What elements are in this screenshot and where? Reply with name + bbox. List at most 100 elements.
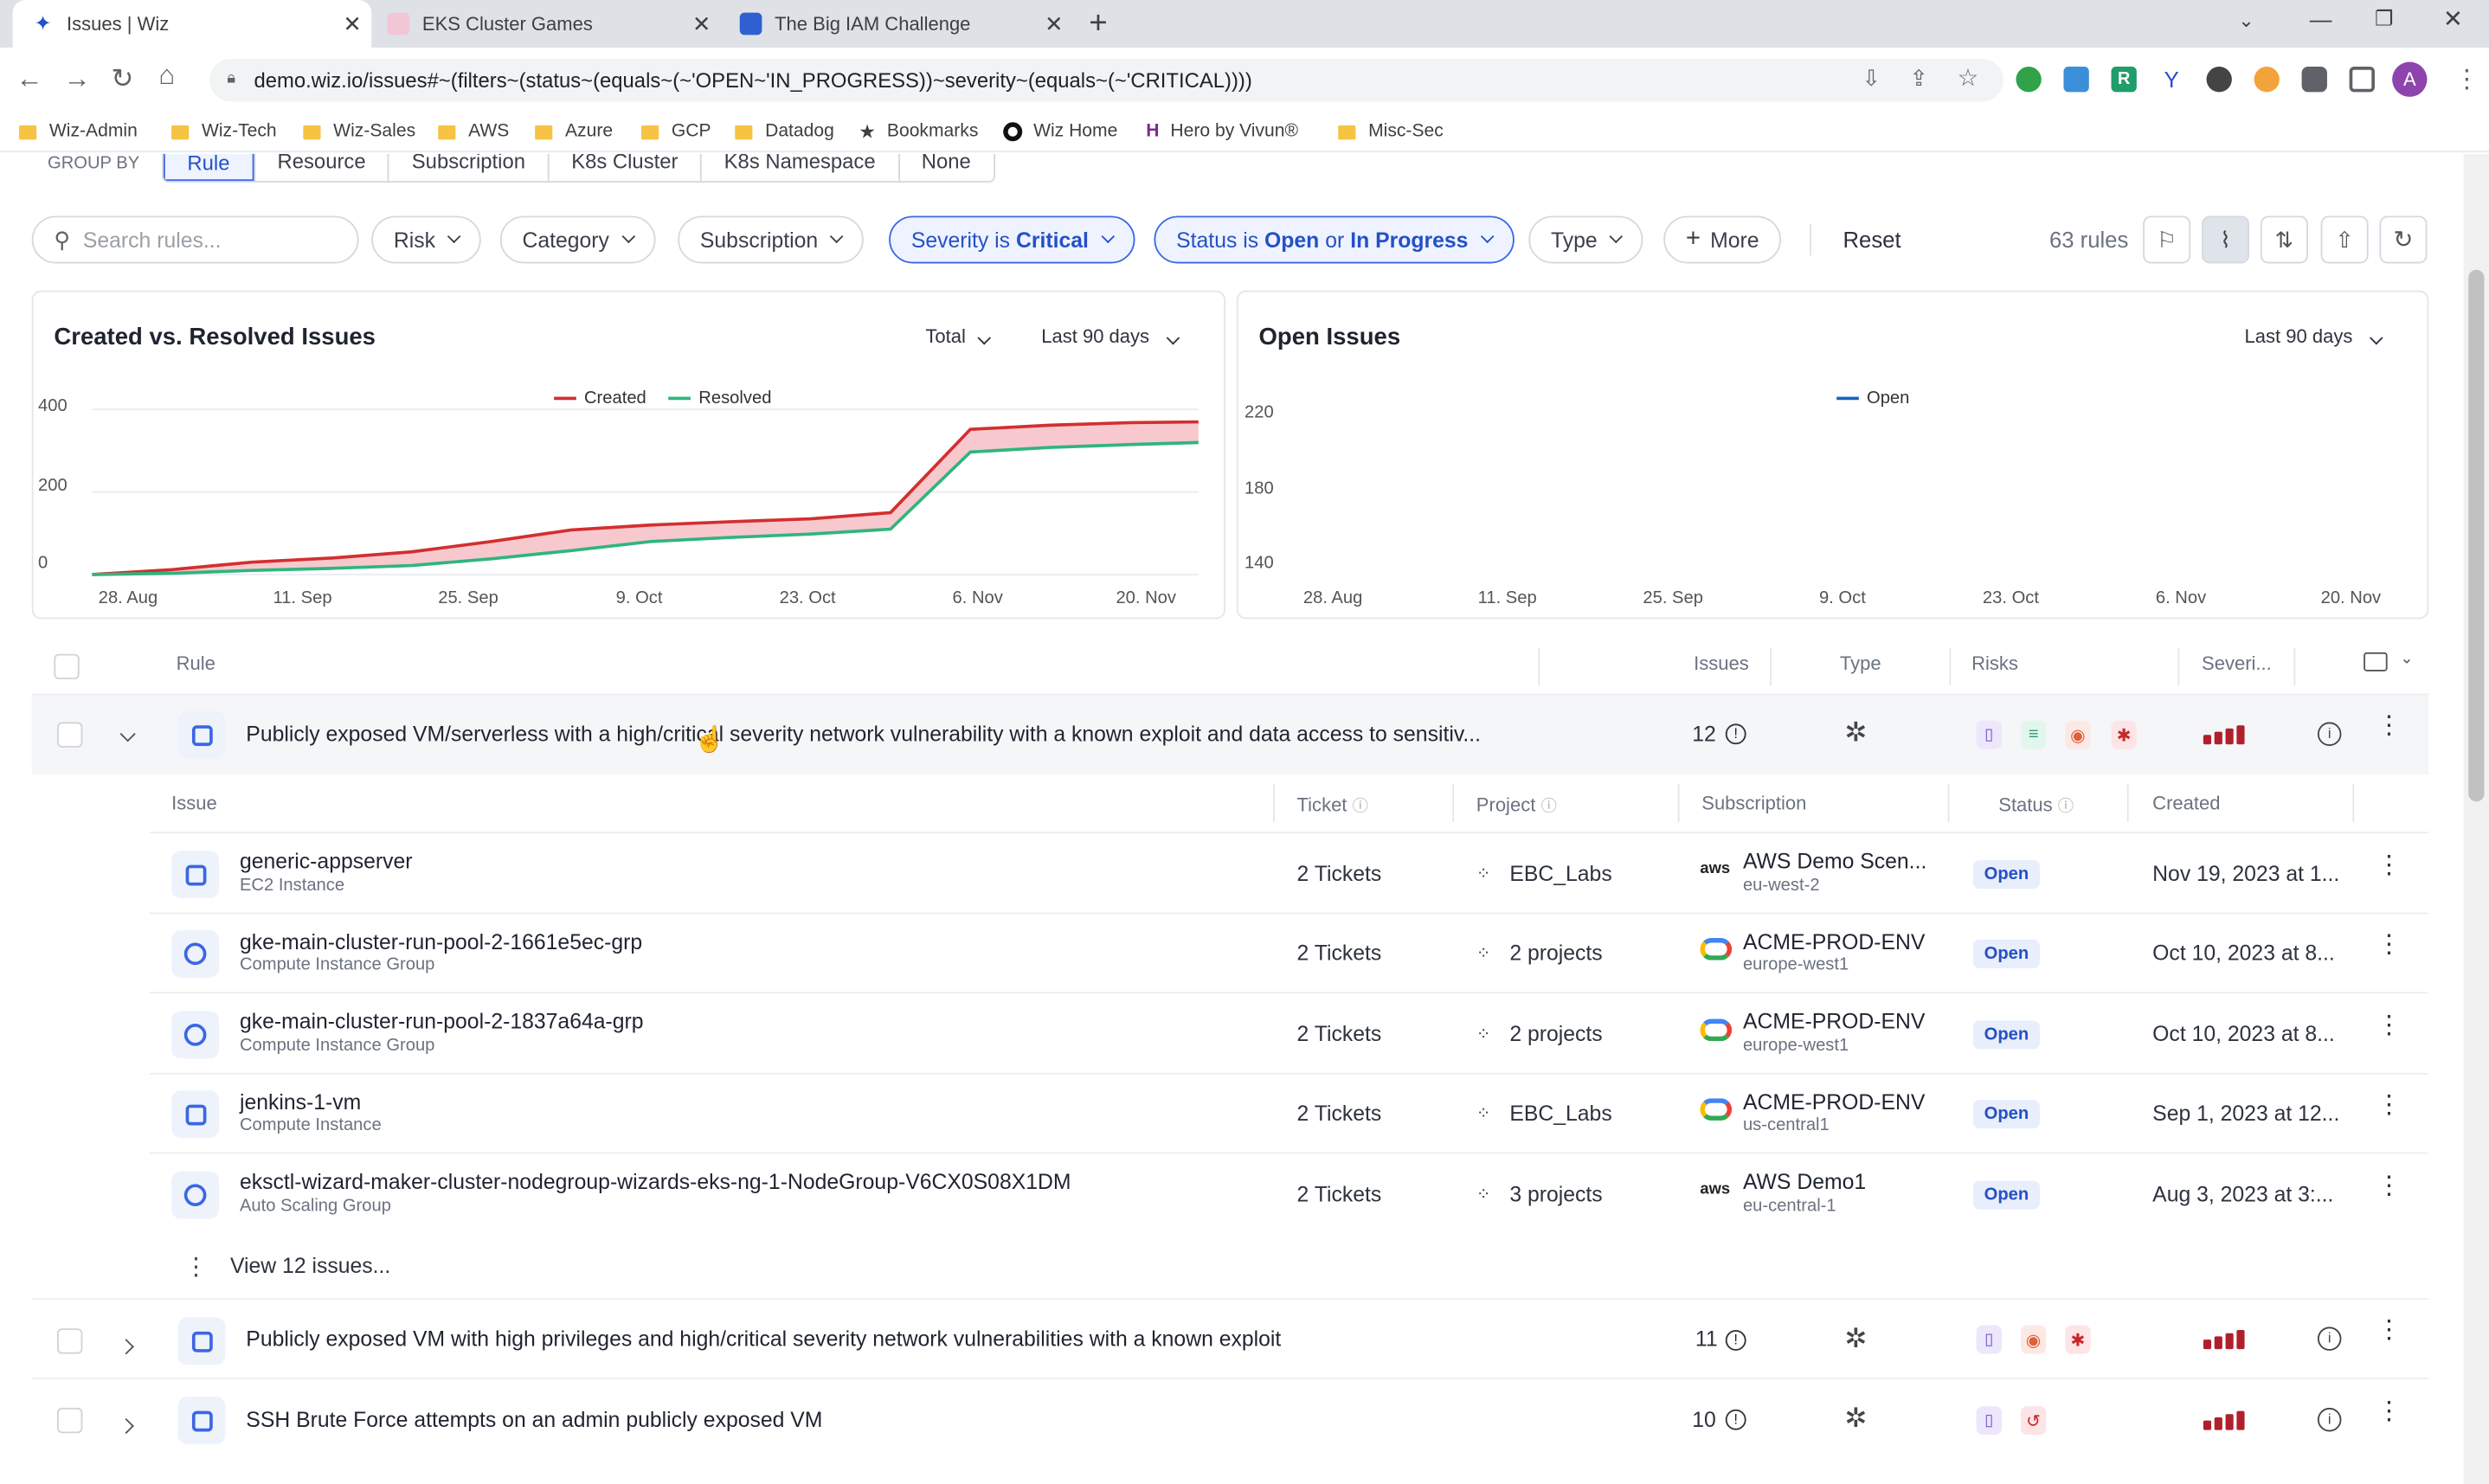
subscription-name[interactable]: ACME-PROD-ENV: [1743, 1010, 1926, 1034]
rule-title[interactable]: SSH Brute Force attempts on an admin pub…: [246, 1408, 822, 1432]
expand-chevron-icon[interactable]: [118, 1333, 134, 1358]
subscription-name[interactable]: ACME-PROD-ENV: [1743, 1090, 1926, 1115]
columns-icon[interactable]: [2364, 652, 2388, 671]
subscription-name[interactable]: AWS Demo1: [1743, 1170, 1866, 1194]
issue-name[interactable]: gke-main-cluster-run-pool-2-1661e5ec-grp: [240, 930, 642, 954]
project-icon: ⁘: [1476, 1185, 1491, 1205]
aws-icon: aws: [1700, 860, 1731, 878]
rule-info-icon[interactable]: i: [2317, 1407, 2342, 1432]
history-risk-icon: ↺: [2020, 1406, 2047, 1436]
row-checkbox[interactable]: [57, 1407, 83, 1434]
col-ticket: Ticket ⓘ: [1296, 793, 1368, 816]
row-menu-icon[interactable]: ⋮: [2376, 1399, 2402, 1424]
x-tick: 23. Oct: [1982, 588, 2039, 608]
row-menu-icon[interactable]: ⋮: [2376, 1013, 2402, 1038]
row-menu-icon[interactable]: ⋮: [2376, 1318, 2402, 1343]
subscription-region: eu-west-2: [1742, 876, 1820, 896]
row-menu-icon[interactable]: ⋮: [2376, 713, 2402, 738]
divider: [1947, 784, 1950, 823]
view-more-issues-link[interactable]: View 12 issues...: [230, 1254, 390, 1278]
issue-name[interactable]: eksctl-wizard-maker-cluster-nodegroup-wi…: [240, 1170, 1071, 1194]
vulnerability-risk-icon: ✱: [2111, 720, 2137, 749]
info-icon[interactable]: !: [1725, 1409, 1746, 1430]
tickets[interactable]: 2 Tickets: [1297, 862, 1382, 886]
rule-title[interactable]: Publicly exposed VM/serverless with a hi…: [246, 723, 1481, 747]
exposure-risk-icon: ◉: [2065, 720, 2091, 749]
issue-type: Compute Instance Group: [239, 1036, 435, 1056]
collapse-chevron-icon[interactable]: [119, 721, 136, 745]
info-icon[interactable]: !: [1725, 1330, 1746, 1351]
col-rule[interactable]: Rule: [177, 652, 215, 675]
data-risk-icon: ≡: [2020, 720, 2047, 749]
aws-icon: aws: [1700, 1180, 1731, 1198]
col-project: Project ⓘ: [1476, 793, 1557, 816]
threat-type-icon: ✲: [1844, 717, 1868, 748]
status-badge: Open: [1972, 1100, 2040, 1129]
divider: [1949, 647, 1952, 686]
hand-cursor-icon: ☝: [693, 727, 726, 755]
row-menu-icon[interactable]: ⋮: [2376, 1093, 2402, 1118]
chevron-down-icon: [2370, 331, 2383, 345]
divider: [2293, 647, 2296, 686]
row-menu-icon[interactable]: ⋮: [2376, 853, 2402, 878]
info-icon: ⓘ: [1540, 798, 1557, 816]
created-date: Oct 10, 2023 at 8...: [2152, 941, 2335, 966]
row-menu-icon[interactable]: ⋮: [2376, 933, 2402, 958]
status-badge: Open: [1972, 939, 2040, 968]
row-checkbox[interactable]: [57, 1328, 83, 1354]
gcp-icon: [1700, 1018, 1733, 1042]
vm-resource-icon: [177, 1397, 226, 1445]
x-tick: 6. Nov: [952, 588, 1003, 608]
created-date: Oct 10, 2023 at 8...: [2152, 1022, 2335, 1046]
select-all-checkbox[interactable]: [54, 653, 80, 680]
col-status: Status ⓘ: [1998, 793, 2074, 816]
range-dropdown[interactable]: Last 90 days: [2245, 325, 2383, 348]
project[interactable]: 2 projects: [1509, 941, 1602, 966]
instance-group-icon: [171, 929, 220, 978]
issue-name[interactable]: generic-appserver: [240, 849, 413, 873]
project-icon: ⁘: [1476, 1104, 1491, 1124]
identity-risk-icon: ▯: [1976, 1325, 2002, 1354]
info-icon[interactable]: !: [1725, 723, 1746, 745]
tickets[interactable]: 2 Tickets: [1297, 1182, 1382, 1206]
created-resolved-gap-area: [92, 421, 1199, 575]
subscription-name[interactable]: AWS Demo Scen...: [1743, 849, 1926, 873]
scrollbar-thumb[interactable]: [2468, 269, 2485, 802]
subscription-region: us-central1: [1742, 1115, 1830, 1135]
row-checkbox[interactable]: [57, 722, 83, 748]
x-tick: 28. Aug: [1302, 588, 1363, 608]
col-issues[interactable]: Issues: [1694, 652, 1749, 675]
tickets[interactable]: 2 Tickets: [1297, 941, 1382, 966]
issue-count: 12: [1692, 722, 1716, 747]
project[interactable]: 3 projects: [1509, 1182, 1602, 1206]
x-tick: 25. Sep: [438, 588, 498, 608]
subscription-name[interactable]: ACME-PROD-ENV: [1743, 930, 1926, 954]
project[interactable]: EBC_Labs: [1509, 862, 1611, 886]
issue-name[interactable]: jenkins-1-vm: [240, 1090, 361, 1115]
expand-chevron-icon[interactable]: [118, 1412, 134, 1436]
col-type[interactable]: Type: [1840, 652, 1881, 675]
col-issue: Issue: [171, 792, 217, 814]
tickets[interactable]: 2 Tickets: [1297, 1102, 1382, 1126]
project[interactable]: EBC_Labs: [1509, 1102, 1611, 1126]
issue-name[interactable]: gke-main-cluster-run-pool-2-1837a64a-grp: [240, 1010, 644, 1034]
x-tick: 20. Nov: [2320, 588, 2382, 608]
col-risks[interactable]: Risks: [1971, 652, 2018, 675]
tickets[interactable]: 2 Tickets: [1297, 1022, 1382, 1046]
vm-resource-icon: [171, 851, 220, 899]
instance-group-icon: [171, 1011, 220, 1059]
project-icon: ⁘: [1476, 944, 1491, 964]
x-tick: 28. Aug: [98, 588, 158, 608]
issue-type: Auto Scaling Group: [239, 1196, 391, 1216]
vulnerability-risk-icon: ✱: [2065, 1325, 2091, 1354]
y-tick: 140: [1244, 554, 1274, 574]
project[interactable]: 2 projects: [1509, 1022, 1602, 1046]
y-tick: 180: [1244, 479, 1274, 498]
col-severity[interactable]: Severi...: [2202, 652, 2272, 675]
row-menu-icon[interactable]: ⋮: [2376, 1173, 2402, 1198]
chevron-down-icon[interactable]: ⌄: [2400, 651, 2413, 668]
rule-info-icon[interactable]: i: [2317, 1327, 2342, 1351]
rule-title[interactable]: Publicly exposed VM with high privileges…: [246, 1327, 1281, 1351]
x-tick: 11. Sep: [1477, 588, 1537, 608]
rule-info-icon[interactable]: i: [2317, 722, 2342, 747]
